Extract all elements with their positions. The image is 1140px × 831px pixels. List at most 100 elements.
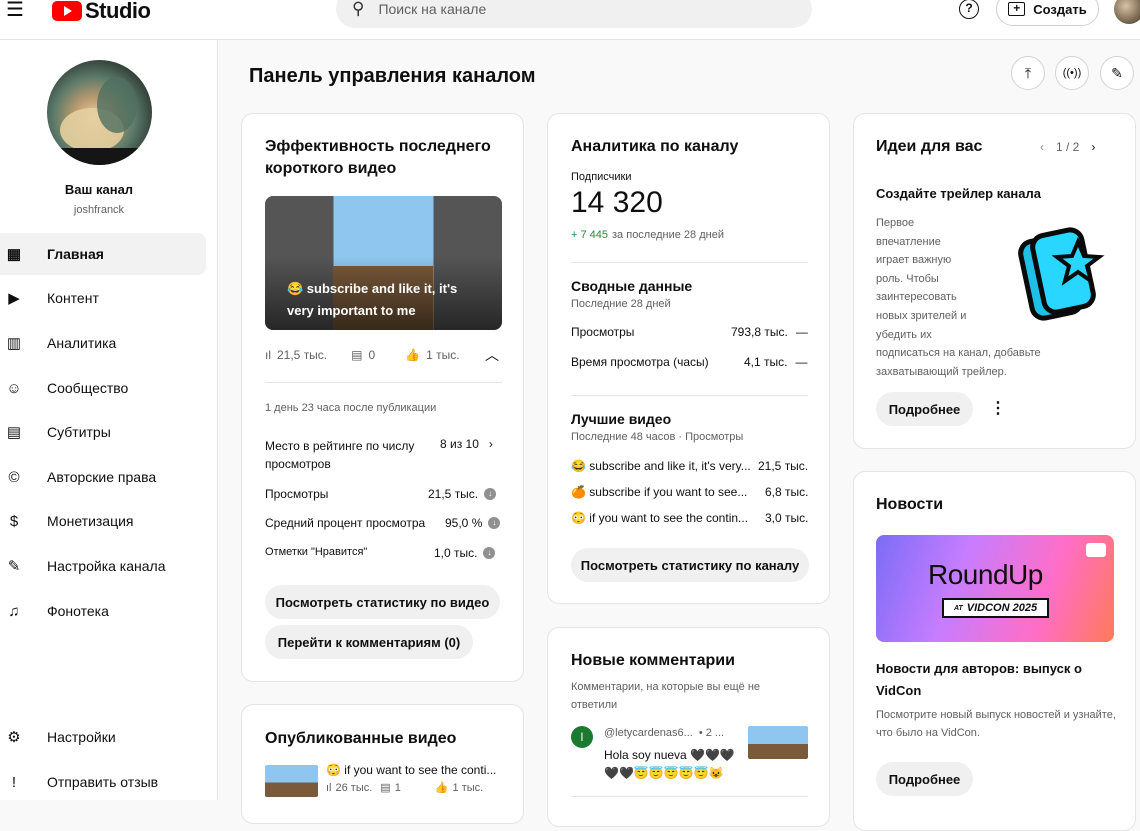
search-bar[interactable]: ⚲ [336,0,812,28]
news-card: Новости RoundUp AT VIDCON 2025 Новости д… [853,471,1136,831]
idea-body-line: впечатление [876,235,941,248]
news-banner[interactable]: RoundUp AT VIDCON 2025 [876,535,1114,642]
card-title: Опубликованные видео [265,730,457,747]
video-stats-button[interactable]: Посмотреть статистику по видео [265,585,500,619]
customization-icon: ✎ [7,558,21,575]
ideas-pager: ‹ 1 / 2 › [1040,140,1095,154]
sidebar-item-label: Настройки [47,729,116,745]
avg-value-row: 95,0 % ↓ [445,516,501,530]
upload-button[interactable]: ⤒ [1011,56,1045,90]
youtube-icon [1086,543,1106,557]
search-input[interactable] [378,1,759,17]
news-headline[interactable]: Новости для авторов: выпуск о VidCon [876,658,1116,702]
channel-analytics-card: Аналитика по каналу Подписчики 14 320 + … [547,113,830,604]
sidebar-item-monetization[interactable]: $ Монетизация [0,500,206,542]
summary-period: Последние 28 дней [571,298,671,310]
subs-value: 14 320 [571,186,663,219]
sidebar-item-label: Главная [47,246,104,262]
video-title[interactable]: 😳 if you want to see the conti... [326,763,506,777]
top-video-title[interactable]: 😂 subscribe and like it, it's very... [571,459,751,473]
short-thumbnail[interactable]: 😂 subscribe and like it, it's very impor… [265,196,502,330]
create-icon: + [1008,2,1026,16]
search-icon[interactable]: ⚲ [352,0,364,19]
news-more-button[interactable]: Подробнее [876,762,973,796]
divider [265,382,502,383]
new-comments-card: Новые комментарии Комментарии, на которы… [547,627,830,827]
arrow-down-icon: ↓ [483,547,496,559]
content-icon: ▶ [8,290,20,307]
short-stats-row: ıl 21,5 тыс. ▤ 0 👍 1 тыс. ︿ [265,345,505,365]
subs-delta-period: за последние 28 дней [612,229,724,241]
sidebar-item-label: Авторские права [47,469,157,485]
channel-stats-button[interactable]: Посмотреть статистику по каналу [571,548,809,582]
watch-label: Время просмотра (часы) [571,355,709,369]
top-video-title[interactable]: 🍊 subscribe if you want to see... [571,485,751,499]
sidebar-item-analytics[interactable]: ▥ Аналитика [0,322,206,364]
card-title: Идеи для вас [876,138,983,155]
video-views: 26 тыс. [335,781,373,794]
trailer-illustration-icon [1018,227,1105,321]
sidebar-item-content[interactable]: ▶ Контент [0,277,206,319]
more-options-icon[interactable]: ⋮ [990,398,1006,418]
studio-logo[interactable]: Studio [52,0,151,24]
since-publish: 1 день 23 часа после публикации [265,402,437,414]
go-to-comments-button[interactable]: Перейти к комментариям (0) [265,625,473,659]
chevron-right-icon[interactable]: › [1091,140,1095,154]
rank-label: Место в рейтинге по числу просмотров [265,439,415,471]
sidebar-item-subtitles[interactable]: ▤ Субтитры [0,411,206,453]
comment-time: • 2 ... [698,727,725,739]
comment-author[interactable]: @letycardenas6... [604,727,693,739]
top-video-views: 3,0 тыс. [765,511,809,525]
sidebar-item-label: Аналитика [47,335,117,351]
sidebar-item-label: Монетизация [47,513,134,529]
youtube-play-icon [52,1,82,21]
summary-title: Сводные данные [571,278,693,294]
sidebar-item-community[interactable]: ☺ Сообщество [0,367,206,409]
subs-delta: + 7 445 [571,229,609,241]
likes-label: Отметки "Нравится" [265,546,368,558]
card-title: Эффективность последнего короткого видео [265,138,491,177]
commenter-avatar[interactable]: l [571,726,593,748]
views-icon: ıl [265,348,271,362]
top-bar: ☰ Studio ⚲ ? + Создать [0,0,1140,40]
sidebar-item-label: Фонотека [47,603,109,619]
help-icon[interactable]: ? [959,0,979,19]
video-thumbnail[interactable] [265,765,318,797]
channel-avatar[interactable] [47,60,152,165]
edit-icon: ✎ [1111,64,1123,81]
top-videos-period: Последние 48 часов · Просмотры [571,431,744,443]
chevron-left-icon[interactable]: ‹ [1040,140,1044,154]
banner-at: AT [953,604,963,612]
comment-video-thumbnail[interactable] [748,726,808,759]
sidebar-item-customization[interactable]: ✎ Настройка канала [0,545,206,587]
account-avatar[interactable] [1114,0,1140,24]
published-videos-card: Опубликованные видео 😳 if you want to se… [241,704,524,824]
rank-value-row[interactable]: 8 из 10 › [440,437,493,451]
idea-body-line: заинтересовать [876,291,957,304]
menu-icon[interactable]: ☰ [6,0,24,20]
subtitles-icon: ▤ [6,424,22,441]
top-video-title[interactable]: 😳 if you want to see the contin... [571,511,751,525]
create-button[interactable]: + Создать [996,0,1099,26]
create-post-button[interactable]: ✎ [1100,56,1134,90]
sidebar-item-audio-library[interactable]: ♫ Фонотека [0,590,206,632]
sidebar-item-label: Сообщество [47,380,129,396]
views-value: 21,5 тыс. [428,487,479,501]
views-stat: 21,5 тыс. [277,348,328,362]
community-icon: ☺ [6,379,22,397]
divider [571,395,808,396]
go-live-button[interactable]: ((•)) [1055,56,1089,90]
sidebar-item-dashboard[interactable]: ▦ Главная [0,233,206,275]
sidebar-item-feedback[interactable]: ! Отправить отзыв [0,761,206,803]
views-label: Просмотры [571,325,635,339]
views-icon: ıl [326,781,332,794]
collapse-chevron-icon[interactable]: ︿ [485,345,499,365]
top-videos-title: Лучшие видео [571,411,672,427]
sidebar-item-copyright[interactable]: © Авторские права [0,456,206,498]
idea-more-button[interactable]: Подробнее [876,392,973,426]
live-icon: ((•)) [1062,67,1082,79]
views-label: Просмотры [265,487,329,501]
divider [571,796,808,797]
sidebar-item-settings[interactable]: ⚙ Настройки [0,716,206,758]
thumbnail-caption: 😂 subscribe and like it, it's very impor… [287,281,458,318]
